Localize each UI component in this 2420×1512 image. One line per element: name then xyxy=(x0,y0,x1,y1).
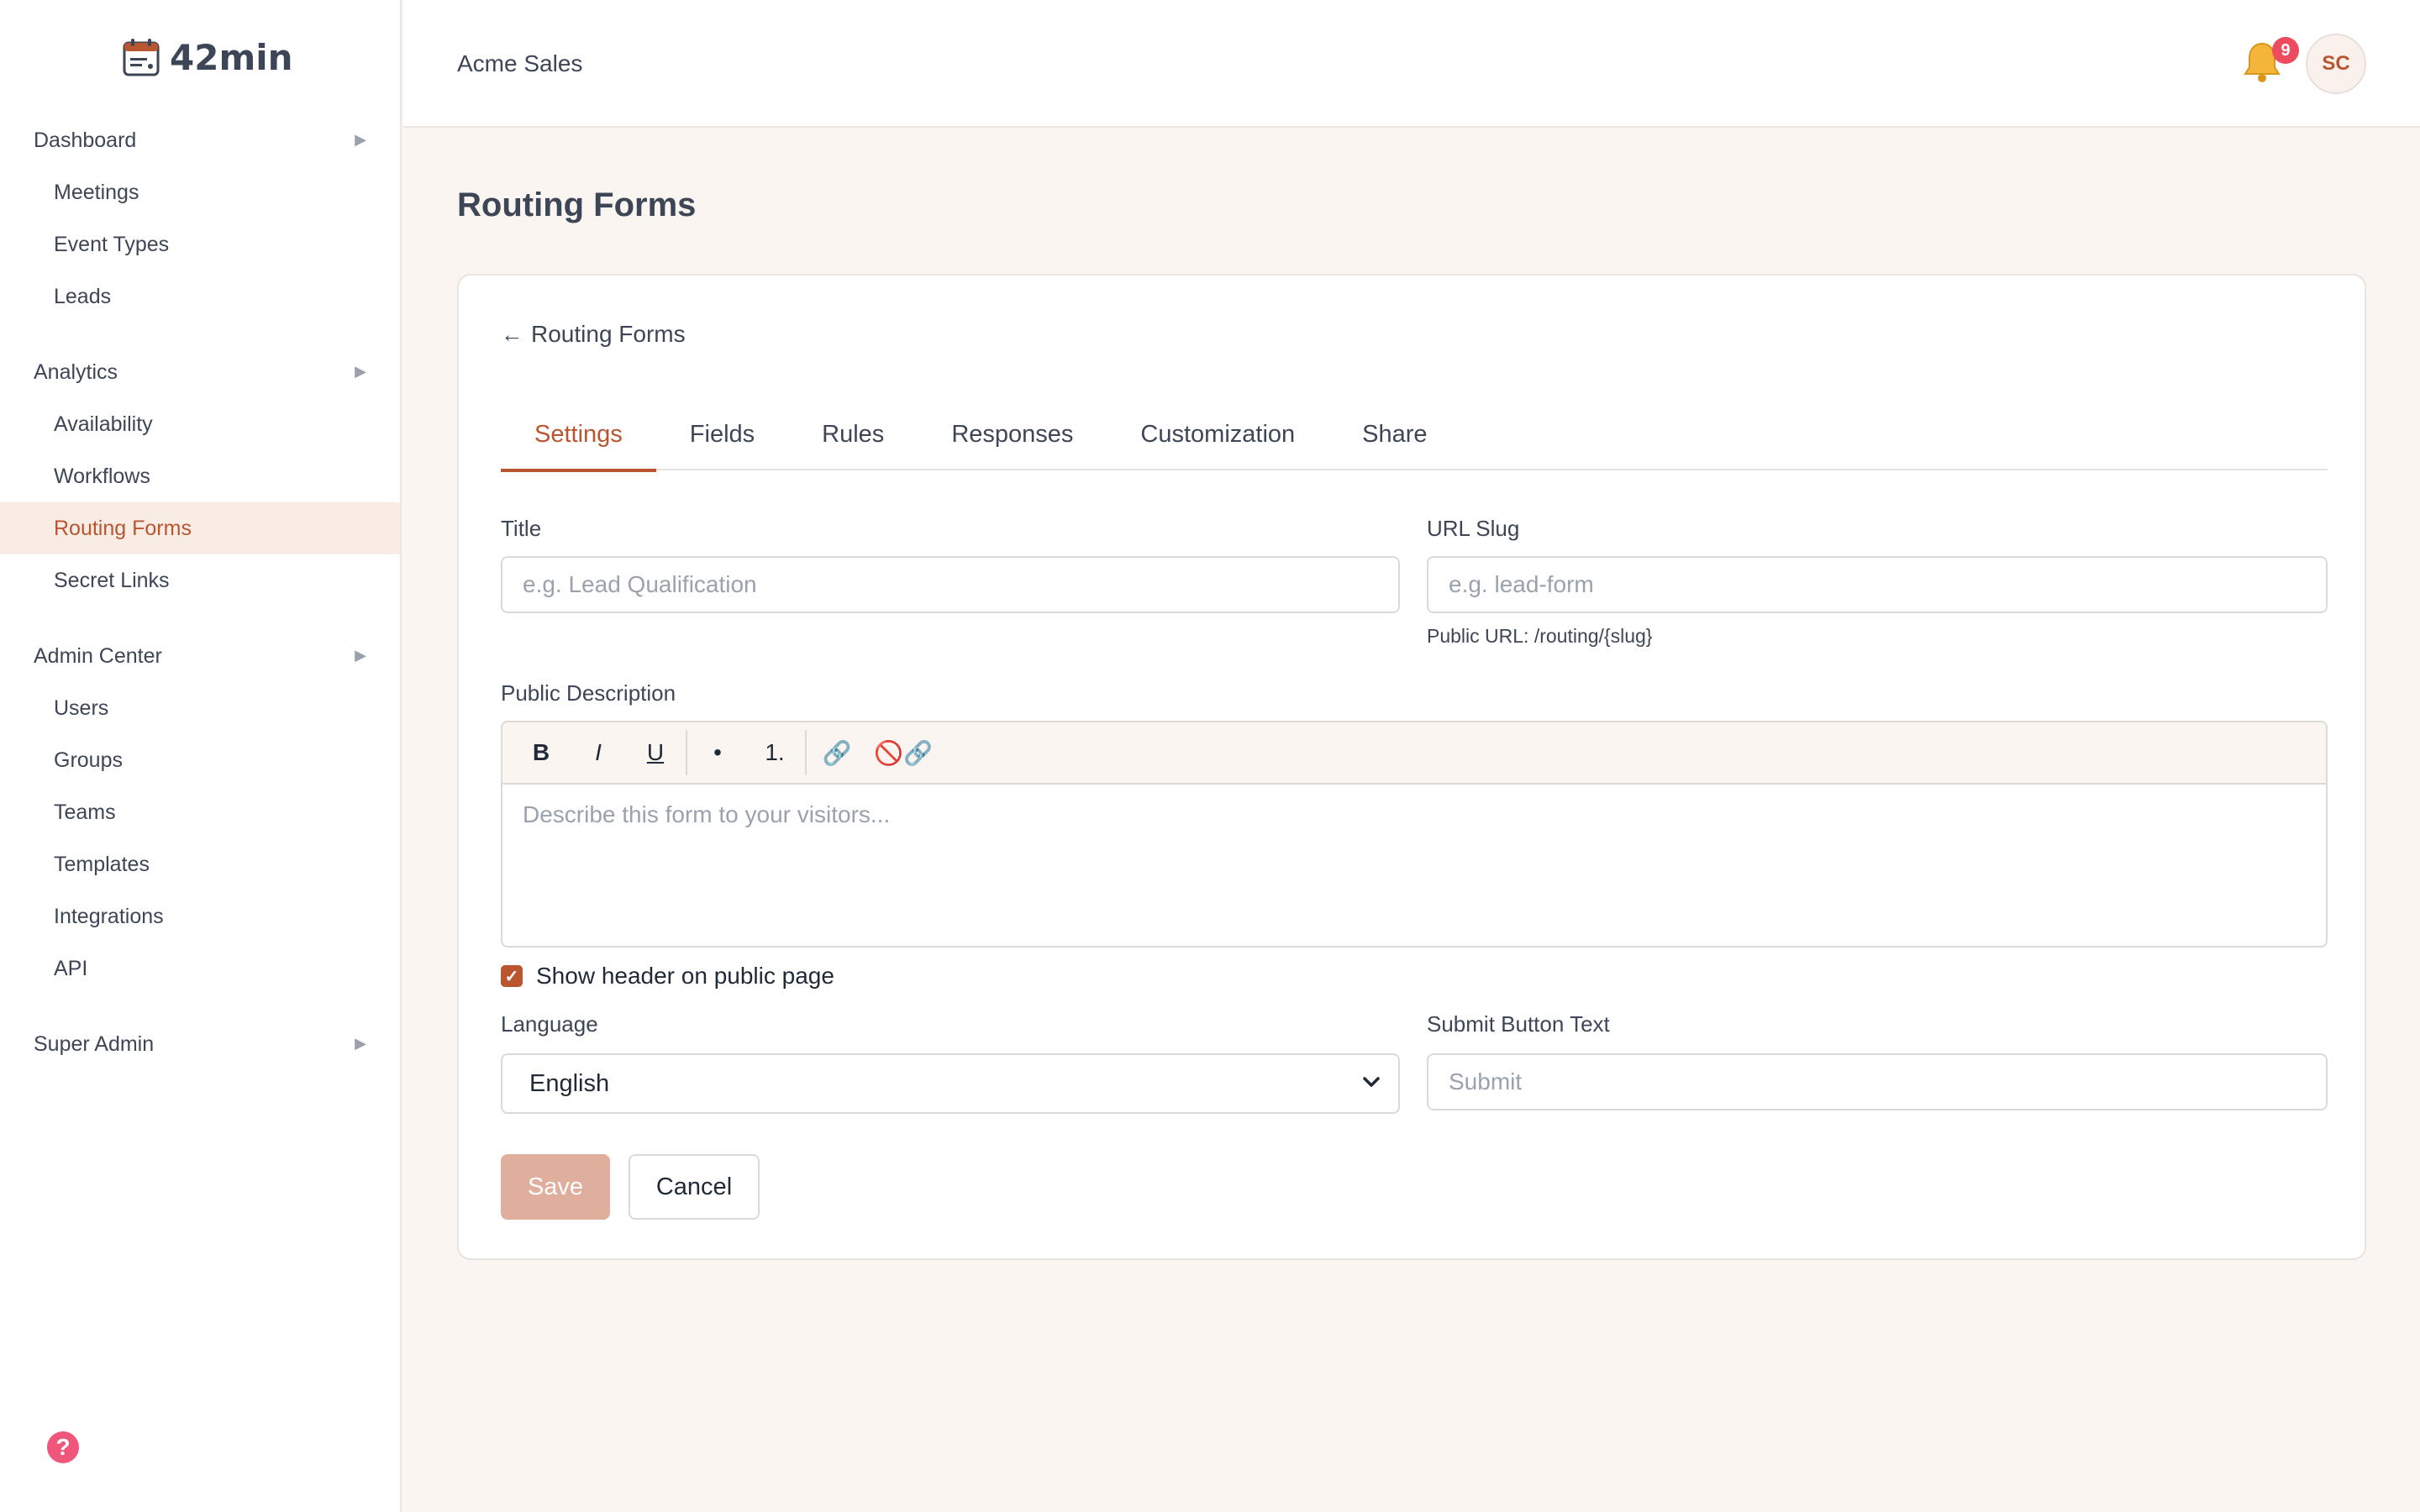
sidebar-section-super-admin[interactable]: Super Admin ▶ xyxy=(0,1018,400,1070)
sidebar-section-admin-center[interactable]: Admin Center ▶ xyxy=(0,630,400,682)
sidebar-section-label: Dashboard xyxy=(34,128,137,152)
caret-right-icon: ▶ xyxy=(355,363,366,380)
language-label: Language xyxy=(501,1011,598,1037)
tab-share[interactable]: Share xyxy=(1328,398,1460,470)
link-icon[interactable]: 🔗 xyxy=(808,730,865,775)
caret-right-icon: ▶ xyxy=(355,1035,366,1052)
editor-toolbar: B I U • 1. 🔗 🚫🔗 xyxy=(502,722,2326,785)
url-slug-label: URL Slug xyxy=(1427,516,1520,541)
back-link-label: Routing Forms xyxy=(531,321,686,347)
toolbar-divider xyxy=(805,730,807,775)
language-value: English xyxy=(529,1069,610,1097)
bullet-list-button[interactable]: • xyxy=(689,730,746,775)
language-select[interactable]: English xyxy=(501,1053,1400,1114)
sidebar-section-label: Super Admin xyxy=(34,1032,155,1056)
bold-button[interactable]: B xyxy=(513,730,570,775)
org-name: Acme Sales xyxy=(457,50,583,76)
sidebar-item-meetings[interactable]: Meetings xyxy=(0,166,400,218)
sidebar-item-api[interactable]: API xyxy=(0,942,400,995)
sidebar-item-teams[interactable]: Teams xyxy=(0,786,400,838)
tab-bar: Settings Fields Rules Responses Customiz… xyxy=(501,398,2328,472)
routing-form-card: ← Routing Forms Settings Fields Rules Re… xyxy=(457,274,2366,1260)
sidebar: 42min Dashboard ▶ Meetings Event Types L… xyxy=(0,0,402,1512)
submit-button-text-label: Submit Button Text xyxy=(1427,1011,1610,1037)
sidebar-section-label: Admin Center xyxy=(34,643,162,668)
sidebar-item-workflows[interactable]: Workflows xyxy=(0,450,400,502)
sidebar-item-leads[interactable]: Leads xyxy=(0,270,400,323)
show-header-checkbox[interactable]: ✓ xyxy=(501,965,523,987)
url-slug-input[interactable] xyxy=(1427,556,2328,613)
sidebar-section-label: Analytics xyxy=(34,360,118,384)
italic-button[interactable]: I xyxy=(570,730,627,775)
sidebar-item-templates[interactable]: Templates xyxy=(0,838,400,890)
caret-right-icon: ▶ xyxy=(355,131,366,148)
sidebar-item-routing-forms[interactable]: Routing Forms xyxy=(0,502,400,554)
underline-button[interactable]: U xyxy=(627,730,684,775)
tab-responses[interactable]: Responses xyxy=(918,398,1107,470)
back-link[interactable]: ← Routing Forms xyxy=(501,321,686,348)
app-root: 42min Dashboard ▶ Meetings Event Types L… xyxy=(0,0,2420,1512)
help-icon[interactable]: ? xyxy=(47,1431,79,1463)
calendar-icon xyxy=(123,38,160,76)
show-header-row[interactable]: ✓ Show header on public page xyxy=(501,963,834,990)
sidebar-nav: Dashboard ▶ Meetings Event Types Leads A… xyxy=(0,114,400,1070)
submit-button-text-input[interactable] xyxy=(1427,1053,2328,1110)
notification-badge: 9 xyxy=(2272,37,2299,64)
tab-fields[interactable]: Fields xyxy=(656,398,788,470)
toolbar-divider xyxy=(686,730,687,775)
sidebar-section-analytics[interactable]: Analytics ▶ xyxy=(0,346,400,398)
title-input[interactable] xyxy=(501,556,1400,613)
show-header-label: Show header on public page xyxy=(536,963,834,989)
tab-customization[interactable]: Customization xyxy=(1107,398,1328,470)
sidebar-item-event-types[interactable]: Event Types xyxy=(0,218,400,270)
description-editor-body[interactable]: Describe this form to your visitors... xyxy=(502,785,2326,845)
topbar: Acme Sales 9 SC xyxy=(403,0,2420,128)
sidebar-item-availability[interactable]: Availability xyxy=(0,398,400,450)
title-label: Title xyxy=(501,516,542,541)
numbered-list-button[interactable]: 1. xyxy=(746,730,803,775)
unlink-icon[interactable]: 🚫🔗 xyxy=(865,730,941,775)
brand-logo[interactable]: 42min xyxy=(123,34,293,81)
cancel-button[interactable]: Cancel xyxy=(629,1154,760,1220)
sidebar-item-groups[interactable]: Groups xyxy=(0,734,400,786)
brand-name: 42min xyxy=(170,36,293,78)
save-button[interactable]: Save xyxy=(501,1154,610,1220)
chevron-down-icon xyxy=(1360,1070,1383,1094)
sidebar-section-dashboard[interactable]: Dashboard ▶ xyxy=(0,114,400,166)
caret-right-icon: ▶ xyxy=(355,647,366,664)
public-url-hint: Public URL: /routing/{slug} xyxy=(1427,625,1653,647)
rich-text-editor: B I U • 1. 🔗 🚫🔗 Describe this form to yo… xyxy=(501,721,2328,948)
user-avatar[interactable]: SC xyxy=(2306,34,2366,94)
tab-rules[interactable]: Rules xyxy=(788,398,918,470)
sidebar-item-integrations[interactable]: Integrations xyxy=(0,890,400,942)
page-title: Routing Forms xyxy=(457,186,697,223)
public-description-label: Public Description xyxy=(501,680,676,706)
tab-settings[interactable]: Settings xyxy=(501,398,656,472)
arrow-left-icon: ← xyxy=(501,321,523,347)
sidebar-item-secret-links[interactable]: Secret Links xyxy=(0,554,400,606)
sidebar-item-users[interactable]: Users xyxy=(0,682,400,734)
